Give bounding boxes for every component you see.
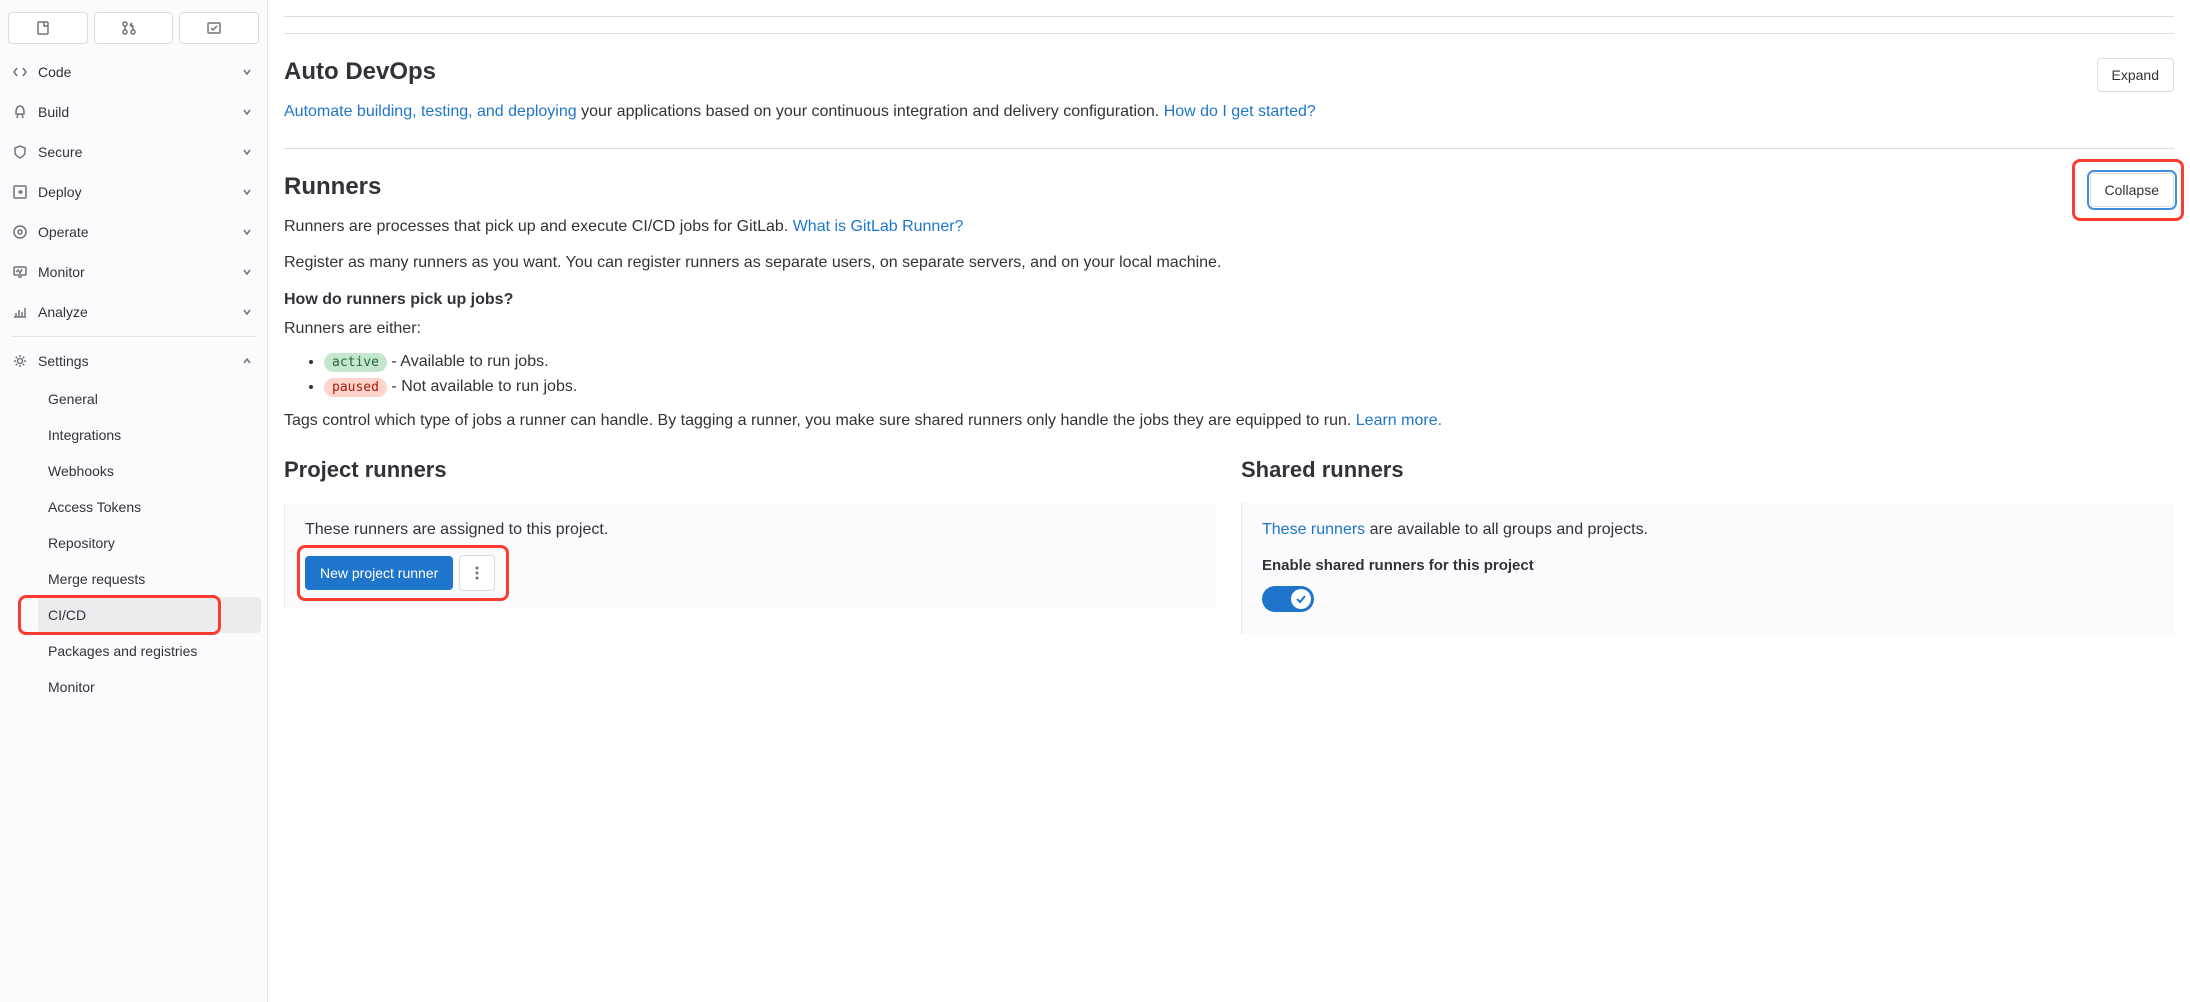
kebab-icon — [469, 565, 485, 581]
sidebar-item-deploy[interactable]: Deploy — [0, 172, 267, 212]
project-runners-well: These runners are assigned to this proje… — [284, 503, 1217, 609]
sidebar-label: Secure — [38, 144, 239, 160]
sidebar: Code Build Secure — [0, 0, 268, 1002]
project-runners-column: Project runners These runners are assign… — [284, 457, 1217, 635]
monitor-icon — [12, 264, 28, 280]
sidebar-label: Code — [38, 64, 239, 80]
merge-request-icon — [121, 20, 137, 36]
rocket-icon — [12, 104, 28, 120]
enable-shared-toggle[interactable] — [1262, 586, 1314, 612]
section-runners: Runners Collapse Runners are processes t… — [284, 148, 2174, 659]
sidebar-item-access-tokens[interactable]: Access Tokens — [32, 489, 267, 525]
sidebar-top-tabs — [0, 8, 267, 52]
sidebar-label: Deploy — [38, 184, 239, 200]
project-runners-title: Project runners — [284, 457, 1217, 483]
sidebar-label: Analyze — [38, 304, 239, 320]
sidebar-label: Build — [38, 104, 239, 120]
tags-description: Tags control which type of jobs a runner… — [284, 409, 2174, 433]
sidebar-tab-todo[interactable] — [8, 12, 88, 44]
sidebar-item-analyze[interactable]: Analyze — [0, 292, 267, 332]
what-is-runner-link[interactable]: What is GitLab Runner? — [793, 218, 964, 235]
sidebar-label: Settings — [38, 353, 239, 369]
list-item: active - Available to run jobs. — [324, 353, 2174, 372]
todo-check-icon — [206, 20, 222, 36]
settings-submenu: General Integrations Webhooks Access Tok… — [0, 381, 267, 705]
gear-icon — [12, 353, 28, 369]
section-auto-devops: Auto DevOps Expand Automate building, te… — [284, 33, 2174, 148]
chevron-down-icon — [239, 104, 255, 120]
sidebar-item-cicd[interactable]: CI/CD — [38, 597, 261, 633]
pickup-heading: How do runners pick up jobs? — [284, 291, 2174, 309]
sidebar-item-repository[interactable]: Repository — [32, 525, 267, 561]
sidebar-item-integrations[interactable]: Integrations — [32, 417, 267, 453]
new-project-runner-button[interactable]: New project runner — [305, 556, 453, 590]
chevron-up-icon — [239, 353, 255, 369]
automate-link[interactable]: Automate building, testing, and deployin… — [284, 103, 577, 120]
sidebar-item-build[interactable]: Build — [0, 92, 267, 132]
shared-runners-column: Shared runners These runners are availab… — [1241, 457, 2174, 635]
sidebar-item-packages[interactable]: Packages and registries — [32, 633, 267, 669]
shared-runners-well: These runners are available to all group… — [1241, 503, 2174, 635]
active-badge: active — [324, 353, 387, 372]
document-icon — [35, 20, 51, 36]
list-item: paused - Not available to run jobs. — [324, 378, 2174, 397]
sidebar-item-monitor-sub[interactable]: Monitor — [32, 669, 267, 705]
toggle-knob — [1291, 589, 1311, 609]
sidebar-item-settings[interactable]: Settings — [0, 341, 267, 381]
chevron-down-icon — [239, 184, 255, 200]
chevron-down-icon — [239, 304, 255, 320]
enable-shared-label: Enable shared runners for this project — [1262, 557, 2154, 574]
auto-devops-title: Auto DevOps — [284, 58, 436, 86]
sidebar-item-webhooks[interactable]: Webhooks — [32, 453, 267, 489]
auto-devops-description: Automate building, testing, and deployin… — [284, 100, 2174, 124]
register-description: Register as many runners as you want. Yo… — [284, 251, 2174, 275]
chevron-down-icon — [239, 64, 255, 80]
runners-title: Runners — [284, 173, 381, 201]
project-runners-desc: These runners are assigned to this proje… — [305, 521, 1197, 539]
get-started-link[interactable]: How do I get started? — [1164, 103, 1316, 120]
code-icon — [12, 64, 28, 80]
sidebar-tab-merge[interactable] — [94, 12, 174, 44]
either-text: Runners are either: — [284, 317, 2174, 341]
shield-icon — [12, 144, 28, 160]
chevron-down-icon — [239, 144, 255, 160]
chart-icon — [12, 304, 28, 320]
paused-badge: paused — [324, 378, 387, 397]
sidebar-label: Operate — [38, 224, 239, 240]
deploy-icon — [12, 184, 28, 200]
sidebar-item-monitor[interactable]: Monitor — [0, 252, 267, 292]
collapse-button[interactable]: Collapse — [2090, 173, 2174, 207]
main-content: Auto DevOps Expand Automate building, te… — [268, 0, 2190, 1002]
sidebar-item-operate[interactable]: Operate — [0, 212, 267, 252]
sidebar-item-code[interactable]: Code — [0, 52, 267, 92]
sidebar-tab-check[interactable] — [179, 12, 259, 44]
operate-icon — [12, 224, 28, 240]
these-runners-link[interactable]: These runners — [1262, 521, 1365, 538]
runners-description: Runners are processes that pick up and e… — [284, 215, 2174, 239]
learn-more-link[interactable]: Learn more. — [1356, 412, 1442, 429]
expand-button[interactable]: Expand — [2097, 58, 2174, 92]
sidebar-item-merge-requests[interactable]: Merge requests — [32, 561, 267, 597]
runner-more-menu-button[interactable] — [459, 555, 495, 591]
chevron-down-icon — [239, 264, 255, 280]
shared-runners-title: Shared runners — [1241, 457, 2174, 483]
runner-states-list: active - Available to run jobs. paused -… — [324, 353, 2174, 397]
chevron-down-icon — [239, 224, 255, 240]
sidebar-item-general[interactable]: General — [32, 381, 267, 417]
sidebar-item-secure[interactable]: Secure — [0, 132, 267, 172]
sidebar-label: Monitor — [38, 264, 239, 280]
shared-runners-desc: These runners are available to all group… — [1262, 521, 2154, 539]
